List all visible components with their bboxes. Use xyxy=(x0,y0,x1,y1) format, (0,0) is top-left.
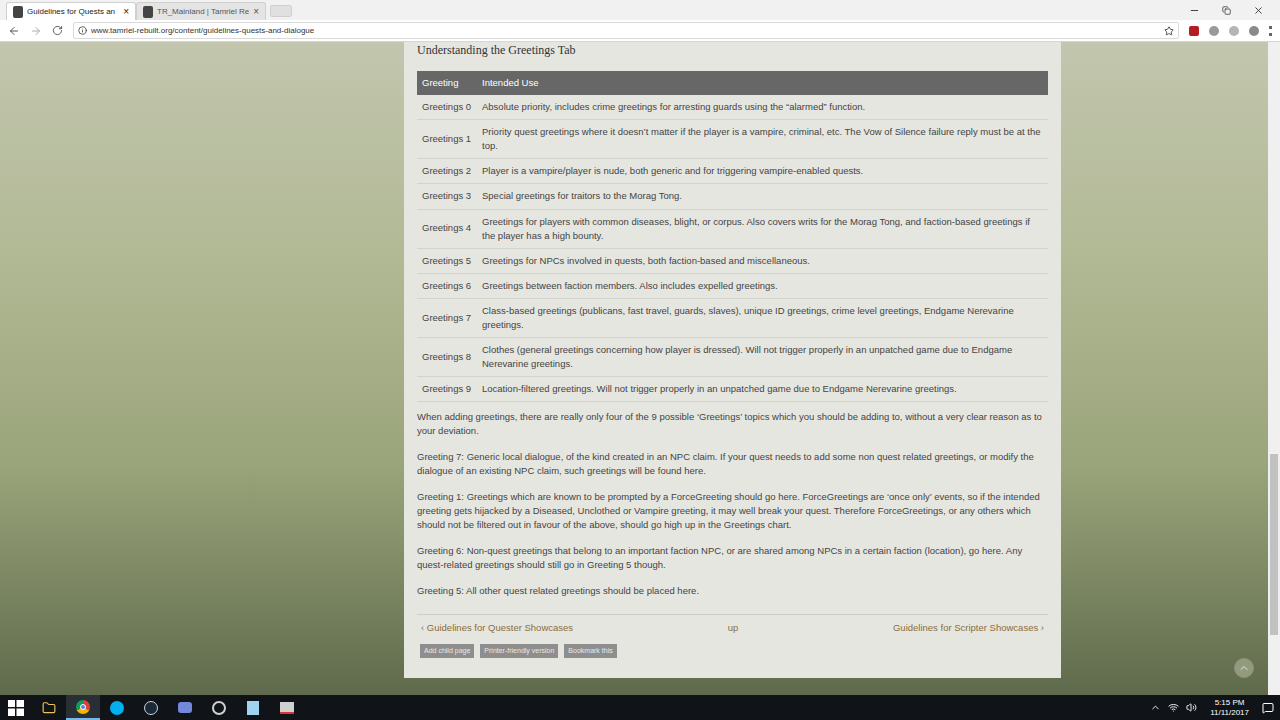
paragraph: Greeting 6: Non-quest greetings that bel… xyxy=(417,544,1048,572)
paragraph: Greeting 7: Generic local dialogue, of t… xyxy=(417,450,1048,478)
skype-icon[interactable] xyxy=(110,701,124,715)
use-cell: Clothes (general greetings concerning ho… xyxy=(477,338,1048,377)
address-bar[interactable]: www.tamriel-rebuilt.org/content/guidelin… xyxy=(73,22,1179,39)
close-window-icon[interactable] xyxy=(1253,5,1264,16)
extension-icon[interactable] xyxy=(1189,26,1199,36)
table-row: Greetings 9Location-filtered greetings. … xyxy=(417,377,1048,402)
extension-icon[interactable] xyxy=(1209,26,1219,36)
use-cell: Greetings for NPCs involved in quests, b… xyxy=(477,248,1048,273)
scrollbar[interactable] xyxy=(1268,42,1280,695)
table-row: Greetings 7Class-based greetings (public… xyxy=(417,299,1048,338)
chrome-icon[interactable] xyxy=(76,700,90,714)
use-cell: Location-filtered greetings. Will not tr… xyxy=(477,377,1048,402)
table-row: Greetings 6Greetings between faction mem… xyxy=(417,273,1048,298)
use-cell: Greetings between faction members. Also … xyxy=(477,273,1048,298)
up-link[interactable]: up xyxy=(728,621,739,635)
table-row: Greetings 4Greetings for players with co… xyxy=(417,209,1048,248)
desktop: Guidelines for Quests an×TR_Mainland | T… xyxy=(0,0,1280,720)
taskbar: 5:15 PM11/11/2017 xyxy=(0,695,1280,720)
site-info-icon[interactable] xyxy=(78,26,87,35)
table-header: GreetingIntended Use xyxy=(417,71,1048,95)
restore-icon[interactable] xyxy=(1222,6,1231,15)
extension-icon[interactable] xyxy=(1249,26,1259,36)
greeting-cell: Greetings 2 xyxy=(417,159,477,184)
reload-icon[interactable] xyxy=(52,25,63,36)
notepad-icon[interactable] xyxy=(247,701,259,715)
book-pager: ‹ Guidelines for Quester Showcases up Guid… xyxy=(417,614,1048,635)
prev-page-link[interactable]: ‹ Guidelines for Quester Showcases xyxy=(421,621,573,635)
tab-close-button[interactable]: × xyxy=(123,7,129,17)
discord-icon[interactable] xyxy=(178,702,192,713)
use-cell: Class-based greetings (publicans, fast t… xyxy=(477,299,1048,338)
table-row: Greetings 0Absolute priority, includes c… xyxy=(417,95,1048,120)
column-header: Greeting xyxy=(417,71,477,95)
clock[interactable]: 5:15 PM11/11/2017 xyxy=(1204,698,1255,718)
windows-start-icon[interactable] xyxy=(8,700,24,716)
use-cell: Greetings for players with common diseas… xyxy=(477,209,1048,248)
next-page-link[interactable]: Guidelines for Scripter Showcases › xyxy=(893,621,1044,635)
site-favicon-icon xyxy=(13,6,23,18)
paragraph: Greeting 5: All other quest related gree… xyxy=(417,584,1048,598)
network-icon[interactable] xyxy=(1168,702,1179,713)
file-explorer-icon[interactable] xyxy=(42,701,56,715)
use-cell: Priority quest greetings where it doesn’… xyxy=(477,120,1048,159)
menu-icon[interactable] xyxy=(1269,26,1272,36)
greeting-cell: Greetings 8 xyxy=(417,338,477,377)
table-row: Greetings 1Priority quest greetings wher… xyxy=(417,120,1048,159)
page-viewport: Understanding the Greetings Tab GreetingI… xyxy=(0,42,1280,695)
paragraph: When adding greetings, there are really … xyxy=(417,410,1048,438)
minimize-icon[interactable] xyxy=(1189,5,1200,16)
use-cell: Special greetings for traitors to the Mo… xyxy=(477,184,1048,209)
editor-icon[interactable] xyxy=(280,702,294,714)
forward-icon[interactable] xyxy=(30,25,42,37)
table-row: Greetings 5Greetings for NPCs involved i… xyxy=(417,248,1048,273)
extension-icon[interactable] xyxy=(1229,26,1239,36)
app-icon[interactable] xyxy=(212,701,226,715)
page-action-link[interactable]: Add child page xyxy=(420,644,474,659)
new-tab-button[interactable] xyxy=(270,5,292,17)
greeting-cell: Greetings 5 xyxy=(417,248,477,273)
steam-icon[interactable] xyxy=(144,701,158,715)
scrollbar-thumb[interactable] xyxy=(1270,454,1278,635)
greeting-cell: Greetings 3 xyxy=(417,184,477,209)
greeting-cell: Greetings 1 xyxy=(417,120,477,159)
greeting-cell: Greetings 9 xyxy=(417,377,477,402)
scroll-top-button[interactable] xyxy=(1234,658,1254,678)
browser-tab[interactable]: TR_Mainland | Tamriel Re× xyxy=(136,2,266,20)
table-row: Greetings 8Clothes (general greetings co… xyxy=(417,338,1048,377)
greeting-cell: Greetings 4 xyxy=(417,209,477,248)
section-heading: Understanding the Greetings Tab xyxy=(417,42,1048,59)
action-center-icon[interactable] xyxy=(1262,702,1274,714)
page-action-link[interactable]: Printer-friendly version xyxy=(480,644,558,659)
page-background: Understanding the Greetings Tab GreetingI… xyxy=(0,42,1268,695)
paragraph: Greeting 1: Greetings which are known to… xyxy=(417,490,1048,532)
greetings-table: GreetingIntended UseGreetings 0Absolute … xyxy=(417,71,1048,403)
bookmark-star-icon[interactable] xyxy=(1164,26,1174,36)
table-row: Greetings 2Player is a vampire/player is… xyxy=(417,159,1048,184)
column-header: Intended Use xyxy=(477,71,1048,95)
use-cell: Absolute priority, includes crime greeti… xyxy=(477,95,1048,120)
greeting-cell: Greetings 6 xyxy=(417,273,477,298)
page-action-link[interactable]: Bookmark this xyxy=(564,644,616,659)
back-icon[interactable] xyxy=(8,25,20,37)
content-panel: Understanding the Greetings Tab GreetingI… xyxy=(404,42,1061,678)
use-cell: Player is a vampire/player is nude, both… xyxy=(477,159,1048,184)
tab-close-button[interactable]: × xyxy=(253,7,259,17)
toolbar: www.tamriel-rebuilt.org/content/guidelin… xyxy=(0,20,1280,42)
greeting-cell: Greetings 7 xyxy=(417,299,477,338)
table-row: Greetings 3Special greetings for traitor… xyxy=(417,184,1048,209)
greeting-cell: Greetings 0 xyxy=(417,95,477,120)
site-favicon-icon xyxy=(143,6,153,18)
tab-strip: Guidelines for Quests an×TR_Mainland | T… xyxy=(0,0,1280,20)
tray-overflow-icon[interactable] xyxy=(1150,702,1161,713)
browser-tab[interactable]: Guidelines for Quests an× xyxy=(6,2,136,20)
volume-icon[interactable] xyxy=(1186,702,1197,713)
chevron-up-icon xyxy=(1238,662,1250,674)
